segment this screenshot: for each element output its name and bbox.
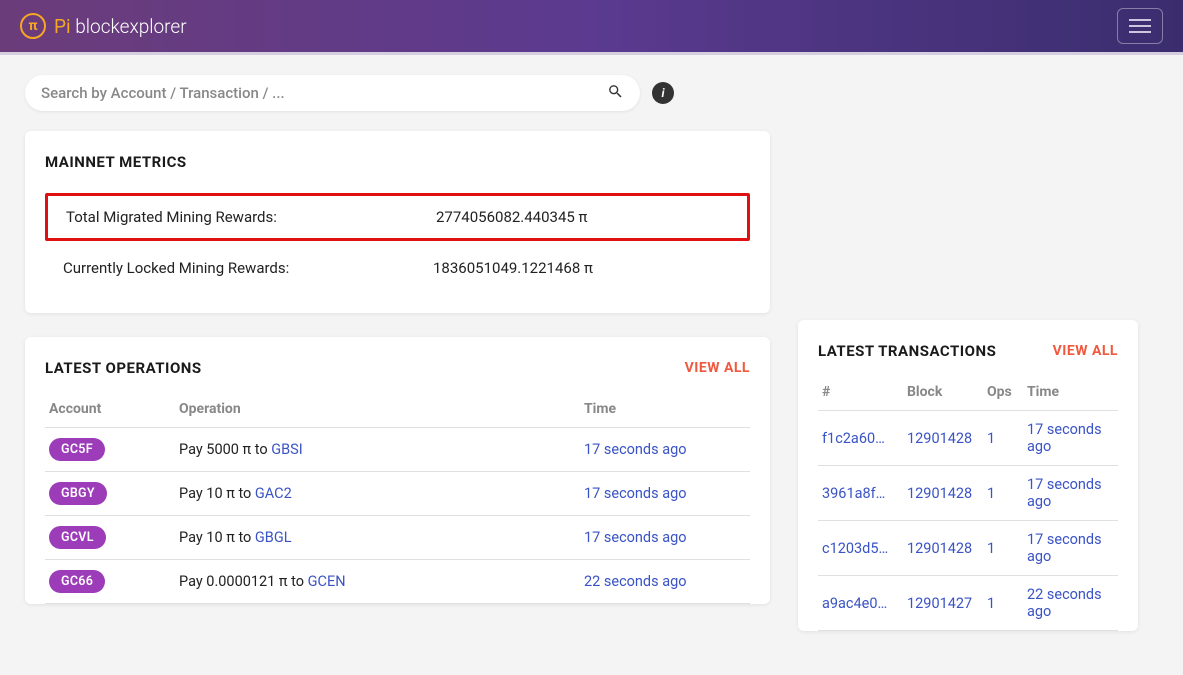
operation-target-link[interactable]: GBGL <box>255 529 292 546</box>
operation-target-link[interactable]: GAC2 <box>255 485 292 502</box>
table-row: c1203d5… 12901428 1 17 seconds ago <box>818 521 1118 576</box>
operation-cell: Pay 10 π to GAC2 <box>175 472 580 516</box>
app-header: π Pi blockexplorer <box>0 0 1183 55</box>
transaction-hash-link[interactable]: c1203d5… <box>822 540 888 557</box>
transaction-time-link[interactable]: 17 seconds ago <box>1027 476 1102 510</box>
transactions-table: # Block Ops Time f1c2a60… 12901428 1 17 sec… <box>818 376 1118 631</box>
table-row: 3961a8f… 12901428 1 17 seconds ago <box>818 466 1118 521</box>
transaction-block-link[interactable]: 12901428 <box>907 485 972 502</box>
search-icon[interactable] <box>607 83 624 104</box>
table-row: f1c2a60… 12901428 1 17 seconds ago <box>818 411 1118 466</box>
search-input[interactable] <box>41 84 607 102</box>
table-row: a9ac4e0… 12901427 1 22 seconds ago <box>818 576 1118 631</box>
menu-button[interactable] <box>1117 8 1163 44</box>
transaction-ops-link[interactable]: 1 <box>987 430 995 447</box>
transaction-hash-link[interactable]: 3961a8f… <box>822 485 885 502</box>
brand-logo[interactable]: π Pi blockexplorer <box>20 13 187 39</box>
transaction-block-link[interactable]: 12901428 <box>907 430 972 447</box>
transactions-header-ops: Ops <box>983 376 1023 411</box>
operation-cell: Pay 10 π to GBGL <box>175 516 580 560</box>
latest-transactions-card: LATEST TRANSACTIONS VIEW ALL # Block Ops… <box>798 320 1138 631</box>
operations-header-operation: Operation <box>175 393 580 428</box>
account-badge[interactable]: GC5F <box>49 438 105 461</box>
account-badge[interactable]: GCVL <box>49 526 106 549</box>
operation-time-link[interactable]: 17 seconds ago <box>584 441 687 458</box>
brand-explorer-text: blockexplorer <box>75 15 186 38</box>
transactions-title: LATEST TRANSACTIONS <box>818 342 996 360</box>
transaction-ops-link[interactable]: 1 <box>987 595 995 612</box>
metrics-title: MAINNET METRICS <box>45 153 750 171</box>
table-row: GCVL Pay 10 π to GBGL17 seconds ago <box>45 516 750 560</box>
transaction-time-link[interactable]: 22 seconds ago <box>1027 586 1102 620</box>
metrics-row: Total Migrated Mining Rewards:2774056082… <box>45 193 750 241</box>
transaction-block-link[interactable]: 12901427 <box>907 595 972 612</box>
account-badge[interactable]: GBGY <box>49 482 107 505</box>
transactions-view-all-link[interactable]: VIEW ALL <box>1053 343 1118 359</box>
table-row: GC66 Pay 0.0000121 π to GCEN22 seconds ag… <box>45 560 750 604</box>
operation-time-link[interactable]: 17 seconds ago <box>584 485 687 502</box>
transaction-hash-link[interactable]: a9ac4e0… <box>822 595 887 612</box>
transactions-header-time: Time <box>1023 376 1118 411</box>
metrics-label: Total Migrated Mining Rewards: <box>66 208 436 226</box>
info-button[interactable]: i <box>652 82 674 104</box>
metrics-label: Currently Locked Mining Rewards: <box>63 259 433 277</box>
transaction-time-link[interactable]: 17 seconds ago <box>1027 531 1102 565</box>
operations-header-time: Time <box>580 393 750 428</box>
metrics-value: 2774056082.440345 π <box>436 208 729 226</box>
mainnet-metrics-card: MAINNET METRICS Total Migrated Mining Re… <box>25 131 770 313</box>
transaction-ops-link[interactable]: 1 <box>987 540 995 557</box>
table-row: GC5F Pay 5000 π to GBSI17 seconds ago <box>45 428 750 472</box>
operation-time-link[interactable]: 22 seconds ago <box>584 573 687 590</box>
pi-logo-icon: π <box>20 13 46 39</box>
table-row: GBGY Pay 10 π to GAC217 seconds ago <box>45 472 750 516</box>
operations-view-all-link[interactable]: VIEW ALL <box>685 360 750 376</box>
brand-title: Pi blockexplorer <box>54 15 187 38</box>
transaction-time-link[interactable]: 17 seconds ago <box>1027 421 1102 455</box>
operations-header-account: Account <box>45 393 175 428</box>
metrics-value: 1836051049.1221468 π <box>433 259 732 277</box>
search-bar[interactable] <box>25 75 640 111</box>
operation-target-link[interactable]: GCEN <box>308 573 346 590</box>
transaction-ops-link[interactable]: 1 <box>987 485 995 502</box>
latest-operations-card: LATEST OPERATIONS VIEW ALL Account Opera… <box>25 337 770 604</box>
operation-cell: Pay 0.0000121 π to GCEN <box>175 560 580 604</box>
transaction-block-link[interactable]: 12901428 <box>907 540 972 557</box>
operation-target-link[interactable]: GBSI <box>271 441 302 458</box>
operations-table: Account Operation Time GC5F Pay 5000 π to… <box>45 393 750 604</box>
transactions-header-block: Block <box>903 376 983 411</box>
metrics-row: Currently Locked Mining Rewards:18360510… <box>45 247 750 289</box>
operation-cell: Pay 5000 π to GBSI <box>175 428 580 472</box>
transaction-hash-link[interactable]: f1c2a60… <box>822 430 885 447</box>
account-badge[interactable]: GC66 <box>49 570 105 593</box>
operation-time-link[interactable]: 17 seconds ago <box>584 529 687 546</box>
operations-title: LATEST OPERATIONS <box>45 359 202 377</box>
brand-pi-text: Pi <box>54 15 71 38</box>
transactions-header-hash: # <box>818 376 903 411</box>
